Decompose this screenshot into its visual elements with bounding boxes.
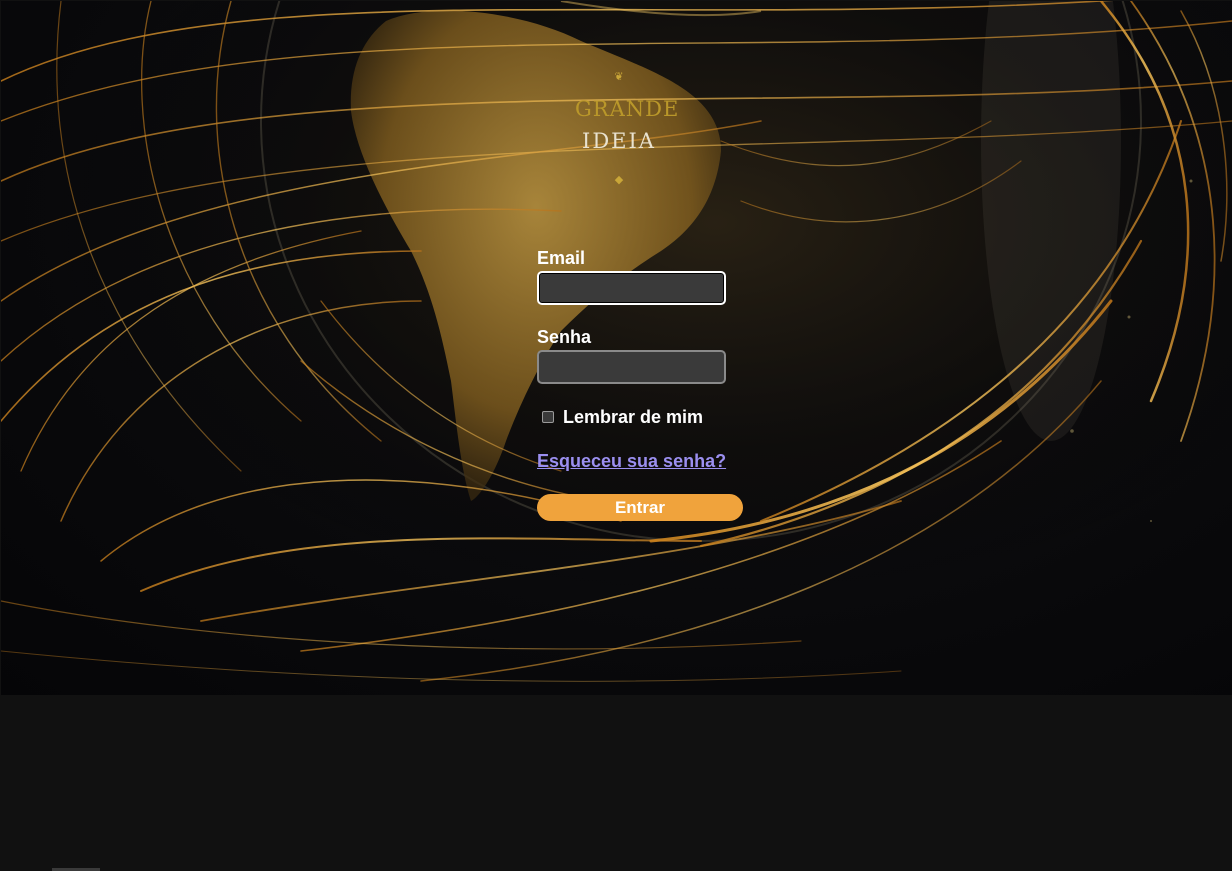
login-submit-button[interactable]: Entrar — [537, 494, 743, 521]
page-footer-area — [0, 695, 1232, 871]
remember-me-label[interactable]: Lembrar de mim — [563, 407, 703, 427]
login-page: ❦ GRANDE IDEIA ◆ Email Senha Lembrar de … — [0, 0, 1232, 871]
remember-me-row[interactable]: Lembrar de mim — [542, 407, 703, 427]
email-label: Email — [537, 248, 586, 268]
logo-word-ideia: IDEIA — [582, 129, 656, 153]
remember-me-checkbox[interactable] — [542, 411, 554, 423]
logo-ornament-top-icon: ❦ — [614, 70, 624, 83]
password-field-group: Senha — [537, 327, 726, 384]
logo-ornament-bottom-icon: ◆ — [614, 173, 624, 186]
grande-ideia-logo: ❦ GRANDE IDEIA ◆ — [575, 67, 680, 191]
forgot-password-link[interactable]: Esqueceu sua senha? — [537, 450, 726, 472]
email-field-group: Email — [537, 248, 726, 305]
password-label: Senha — [537, 327, 592, 347]
logo-word-grande: GRANDE — [575, 97, 680, 121]
email-input[interactable] — [537, 271, 726, 305]
password-input[interactable] — [537, 350, 726, 384]
